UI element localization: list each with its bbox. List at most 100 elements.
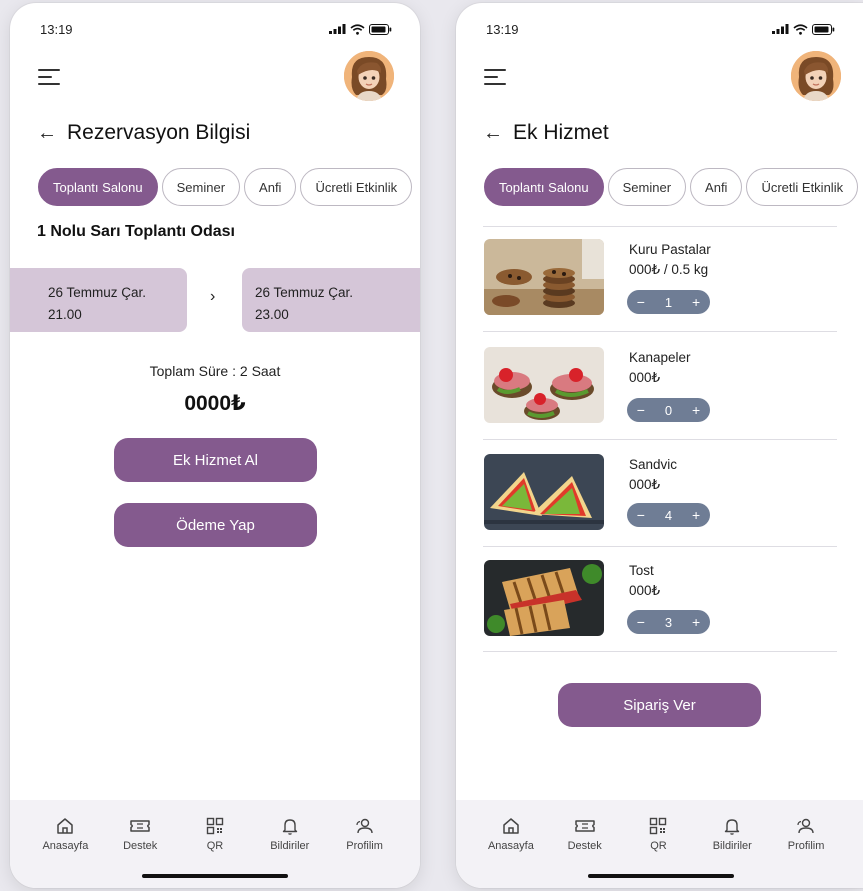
- quantity-stepper: − 1 +: [627, 290, 710, 314]
- minus-icon[interactable]: −: [630, 402, 652, 418]
- end-time: 23.00: [255, 307, 289, 322]
- start-date-box[interactable]: 26 Temmuz Çar. 21.00: [10, 268, 187, 332]
- chevron-right-icon: ›: [210, 288, 216, 305]
- profile-icon: [797, 818, 814, 834]
- product-price: 000₺: [629, 477, 661, 492]
- product-name: Tost: [629, 563, 654, 578]
- divider: [483, 546, 837, 547]
- reservation-screen: 13:19 ← Rezervasyon Bilgisi Toplantı Sal…: [10, 3, 420, 888]
- nav-label: Anasayfa: [487, 840, 534, 852]
- quantity-stepper: − 4 +: [627, 503, 710, 527]
- product-image-sandwich: [484, 454, 604, 530]
- avatar[interactable]: [791, 51, 841, 101]
- product-image-toast: [484, 560, 604, 636]
- product-name: Sandvic: [629, 457, 678, 472]
- extra-service-screen: 13:19 ← Ek Hizmet Toplantı Salonu Semine…: [456, 3, 863, 888]
- tab-anfi[interactable]: Anfi: [244, 168, 297, 206]
- nav-label: Profilim: [787, 840, 825, 852]
- minus-icon[interactable]: −: [630, 614, 652, 630]
- product-name: Kuru Pastalar: [629, 242, 711, 257]
- start-date: 26 Temmuz Çar.: [48, 285, 147, 300]
- nav-item-bildiriler[interactable]: Bildiriler: [260, 816, 320, 852]
- category-tabs: Toplantı Salonu Seminer Anfi Ücretli Etk…: [38, 168, 413, 206]
- divider: [483, 331, 837, 332]
- quantity-value: 3: [664, 614, 673, 630]
- nav-item-destek[interactable]: Destek: [555, 816, 615, 852]
- page-title: Rezervasyon Bilgisi: [67, 121, 251, 144]
- nav-item-anasayfa[interactable]: Anasayfa: [481, 816, 541, 852]
- tab-anfi[interactable]: Anfi: [690, 168, 743, 206]
- tab-toplanti-salonu[interactable]: Toplantı Salonu: [484, 168, 604, 206]
- bottom-nav: Anasayfa Destek QR Bildiriler Profilim: [10, 800, 420, 888]
- avatar[interactable]: [344, 51, 394, 101]
- total-price: 0000₺: [184, 392, 246, 415]
- quantity-stepper: − 3 +: [627, 610, 710, 634]
- nav-item-qr[interactable]: QR: [628, 816, 688, 852]
- home-indicator: [588, 874, 734, 878]
- plus-icon[interactable]: +: [685, 294, 707, 310]
- status-time: 13:19: [40, 21, 73, 37]
- tab-seminer[interactable]: Seminer: [607, 168, 687, 206]
- end-date-box[interactable]: 26 Temmuz Çar. 23.00: [242, 268, 420, 332]
- product-price: 000₺ / 0.5 kg: [629, 262, 709, 277]
- tab-seminer[interactable]: Seminer: [161, 168, 241, 206]
- menu-icon[interactable]: [38, 69, 60, 90]
- plus-icon[interactable]: +: [685, 614, 707, 630]
- wifi-icon: [350, 23, 365, 35]
- divider: [483, 439, 837, 440]
- minus-icon[interactable]: −: [630, 294, 652, 310]
- qr-icon: [650, 817, 667, 835]
- quantity-value: 4: [664, 507, 673, 523]
- battery-icon: [812, 23, 835, 35]
- nav-label: Bildiriler: [712, 840, 752, 852]
- tab-ucretli-etkinlik[interactable]: Ücretli Etkinlik: [300, 168, 413, 206]
- back-arrow-icon[interactable]: ←: [483, 122, 503, 145]
- bell-icon: [725, 819, 740, 835]
- nav-item-profilim[interactable]: Profilim: [776, 816, 836, 852]
- room-name: 1 Nolu Sarı Toplantı Odası: [37, 223, 235, 240]
- profile-icon: [355, 818, 373, 834]
- payment-button[interactable]: Ödeme Yap: [114, 503, 317, 547]
- quantity-stepper: − 0 +: [627, 398, 710, 422]
- status-icons: [329, 23, 392, 35]
- order-button[interactable]: Sipariş Ver: [558, 683, 761, 727]
- quantity-value: 1: [664, 294, 673, 310]
- nav-item-bildiriler[interactable]: Bildiriler: [702, 816, 762, 852]
- bell-icon: [282, 819, 297, 835]
- page-header: ← Rezervasyon Bilgisi: [37, 121, 250, 145]
- nav-label: Destek: [123, 840, 158, 852]
- signal-icon: [329, 24, 346, 34]
- nav-label: QR: [650, 840, 667, 852]
- nav-item-profilim[interactable]: Profilim: [335, 816, 395, 852]
- ticket-icon: [130, 820, 150, 832]
- nav-item-destek[interactable]: Destek: [110, 816, 170, 852]
- nav-item-anasayfa[interactable]: Anasayfa: [35, 816, 95, 852]
- nav-label: Destek: [567, 840, 602, 852]
- tab-ucretli-etkinlik[interactable]: Ücretli Etkinlik: [746, 168, 859, 206]
- plus-icon[interactable]: +: [685, 402, 707, 418]
- page-title: Ek Hizmet: [513, 121, 609, 144]
- home-indicator: [142, 874, 288, 878]
- home-icon: [57, 818, 74, 834]
- menu-icon[interactable]: [484, 69, 506, 90]
- home-icon: [503, 818, 519, 834]
- wifi-icon: [793, 23, 808, 35]
- product-price: 000₺: [629, 583, 661, 598]
- ticket-icon: [574, 820, 595, 832]
- total-duration: Toplam Süre : 2 Saat: [149, 363, 281, 379]
- product-name: Kanapeler: [629, 350, 691, 365]
- nav-item-qr[interactable]: QR: [185, 816, 245, 852]
- divider: [483, 226, 837, 227]
- bottom-nav: Anasayfa Destek QR Bildiriler Profilim: [456, 800, 863, 888]
- back-arrow-icon[interactable]: ←: [37, 122, 57, 145]
- nav-label: QR: [206, 840, 224, 852]
- plus-icon[interactable]: +: [685, 507, 707, 523]
- extra-service-button[interactable]: Ek Hizmet Al: [114, 438, 317, 482]
- start-time: 21.00: [48, 307, 82, 322]
- tab-toplanti-salonu[interactable]: Toplantı Salonu: [38, 168, 158, 206]
- qr-icon: [206, 817, 224, 835]
- signal-icon: [772, 24, 789, 34]
- divider: [483, 651, 837, 652]
- battery-icon: [369, 23, 392, 35]
- minus-icon[interactable]: −: [630, 507, 652, 523]
